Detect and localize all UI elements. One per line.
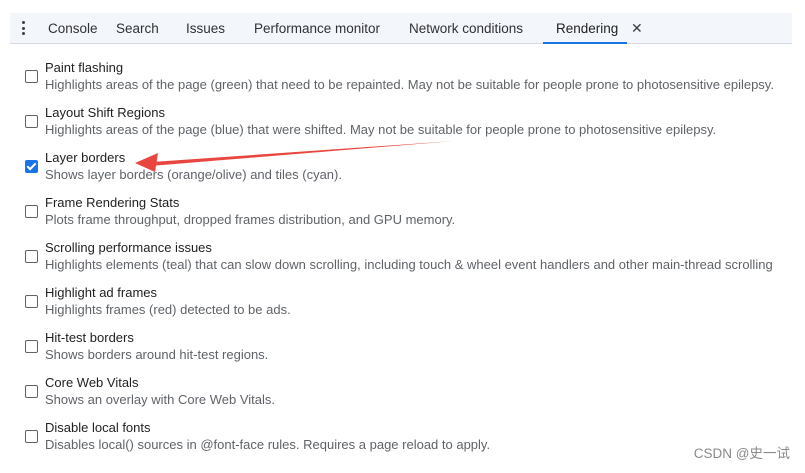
- setting-title: Frame Rendering Stats: [45, 195, 180, 210]
- checkbox-highlight-ad-frames[interactable]: [25, 295, 38, 308]
- tab-performance-monitor[interactable]: Performance monitor: [254, 13, 380, 43]
- setting-layout-shift-regions[interactable]: Layout Shift Regions Highlights areas of…: [0, 104, 805, 149]
- setting-disable-local-fonts[interactable]: Disable local fonts Disables local() sou…: [0, 419, 805, 464]
- setting-highlight-ad-frames[interactable]: Highlight ad frames Highlights frames (r…: [0, 284, 805, 329]
- setting-description: Highlights elements (teal) that can slow…: [45, 257, 773, 272]
- tab-issues[interactable]: Issues: [186, 13, 225, 43]
- setting-description: Highlights frames (red) detected to be a…: [45, 302, 291, 317]
- setting-title: Layout Shift Regions: [45, 105, 165, 120]
- setting-scrolling-performance-issues[interactable]: Scrolling performance issues Highlights …: [0, 239, 805, 284]
- checkbox-core-web-vitals[interactable]: [25, 385, 38, 398]
- checkbox-scrolling-performance-issues[interactable]: [25, 250, 38, 263]
- setting-description: Highlights areas of the page (green) tha…: [45, 77, 774, 92]
- setting-title: Scrolling performance issues: [45, 240, 212, 255]
- setting-title: Highlight ad frames: [45, 285, 157, 300]
- drawer-tab-bar: Console Search Issues Performance monito…: [10, 13, 792, 44]
- setting-description: Shows borders around hit-test regions.: [45, 347, 269, 362]
- setting-title: Hit-test borders: [45, 330, 134, 345]
- setting-description: Shows layer borders (orange/olive) and t…: [45, 167, 342, 182]
- tab-search[interactable]: Search: [116, 13, 159, 43]
- setting-description: Disables local() sources in @font-face r…: [45, 437, 491, 452]
- setting-paint-flashing[interactable]: Paint flashing Highlights areas of the p…: [0, 59, 805, 104]
- setting-description: Highlights areas of the page (blue) that…: [45, 122, 717, 137]
- setting-description: Plots frame throughput, dropped frames d…: [45, 212, 456, 227]
- setting-title: Disable local fonts: [45, 420, 151, 435]
- checkbox-frame-rendering-stats[interactable]: [25, 205, 38, 218]
- checkbox-hit-test-borders[interactable]: [25, 340, 38, 353]
- checkbox-layer-borders[interactable]: [25, 160, 38, 173]
- setting-layer-borders[interactable]: Layer borders Shows layer borders (orang…: [0, 149, 805, 194]
- checkbox-paint-flashing[interactable]: [25, 70, 38, 83]
- tab-rendering[interactable]: Rendering: [542, 13, 628, 44]
- setting-hit-test-borders[interactable]: Hit-test borders Shows borders around hi…: [0, 329, 805, 374]
- rendering-panel: Console Search Issues Performance monito…: [0, 0, 805, 473]
- close-tab-icon[interactable]: ✕: [631, 19, 643, 37]
- setting-title: Layer borders: [45, 150, 126, 165]
- setting-title: Paint flashing: [45, 60, 124, 75]
- tab-console[interactable]: Console: [48, 13, 98, 43]
- checkbox-disable-local-fonts[interactable]: [25, 430, 38, 443]
- setting-frame-rendering-stats[interactable]: Frame Rendering Stats Plots frame throug…: [0, 194, 805, 239]
- tab-network-conditions[interactable]: Network conditions: [409, 13, 523, 43]
- setting-description: Shows an overlay with Core Web Vitals.: [45, 392, 276, 407]
- setting-title: Core Web Vitals: [45, 375, 139, 390]
- more-tools-menu-icon[interactable]: [18, 20, 30, 36]
- checkbox-layout-shift-regions[interactable]: [25, 115, 38, 128]
- watermark: CSDN @史一试: [693, 446, 790, 461]
- setting-core-web-vitals[interactable]: Core Web Vitals Shows an overlay with Co…: [0, 374, 805, 419]
